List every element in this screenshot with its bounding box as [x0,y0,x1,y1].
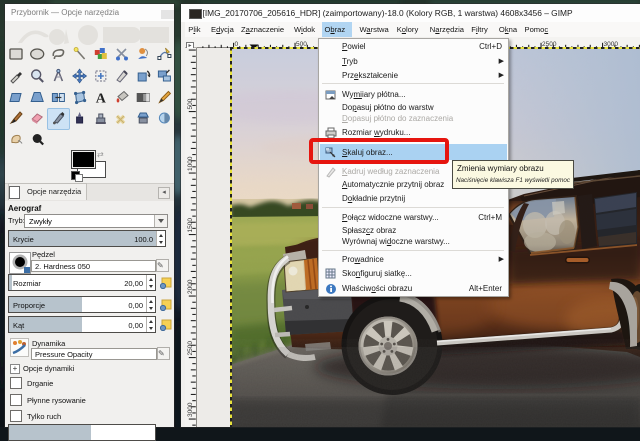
svg-text:2000: 2000 [187,279,194,294]
svg-text:2500: 2500 [187,341,194,356]
svg-text:1500: 1500 [187,218,194,233]
svg-text:500: 500 [187,98,194,109]
svg-text:1000: 1000 [187,156,194,171]
svg-text:3000: 3000 [187,402,194,417]
svg-text:A: A [96,92,107,107]
